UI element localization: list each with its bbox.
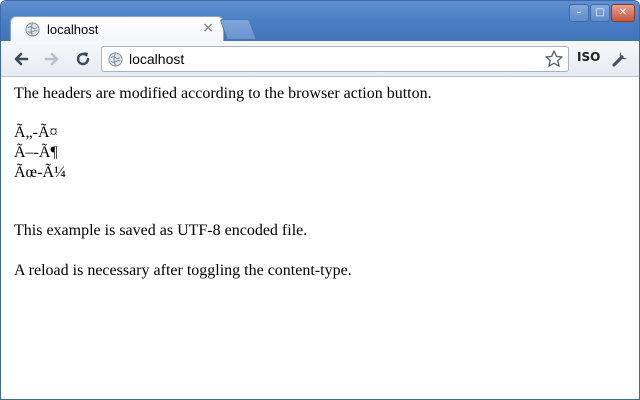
minimize-button[interactable]: – (569, 4, 589, 22)
maximize-button[interactable]: □ (590, 4, 610, 22)
reload-note: A reload is necessary after toggling the… (14, 262, 352, 279)
tab-close-icon[interactable]: × (202, 20, 214, 36)
title-bar: localhost × – □ ✕ (1, 1, 639, 42)
intro-text: The headers are modified according to th… (14, 85, 432, 102)
garbled-line-1: Ã„-Ã¤ (14, 124, 58, 141)
reload-button[interactable] (73, 49, 93, 69)
garbled-line-3: Ãœ-Ã¼ (14, 164, 66, 181)
browser-window: localhost × – □ ✕ localhost ISO The head… (0, 0, 640, 400)
iso-extension-button[interactable]: ISO (577, 50, 600, 64)
tab-title: localhost (47, 22, 99, 37)
wrench-icon[interactable] (609, 48, 631, 70)
forward-button[interactable] (42, 49, 62, 69)
reload-icon (76, 52, 90, 66)
garbled-line-2: Ã–-Ã¶ (14, 144, 58, 161)
globe-icon (25, 22, 40, 37)
tab-localhost[interactable]: localhost × (10, 16, 224, 42)
close-window-button[interactable]: ✕ (611, 4, 635, 22)
back-button[interactable] (11, 49, 31, 69)
globe-icon (108, 52, 123, 67)
back-arrow-icon (14, 52, 29, 66)
address-bar[interactable]: localhost (101, 46, 569, 72)
encoding-note: This example is saved as UTF-8 encoded f… (14, 222, 308, 239)
new-tab-button[interactable] (219, 19, 257, 39)
address-text: localhost (129, 51, 185, 67)
star-icon[interactable] (544, 49, 564, 69)
forward-arrow-icon (44, 52, 59, 66)
toolbar: localhost ISO (1, 41, 639, 77)
window-controls: – □ ✕ (569, 4, 635, 22)
page-content: The headers are modified according to th… (1, 78, 639, 399)
